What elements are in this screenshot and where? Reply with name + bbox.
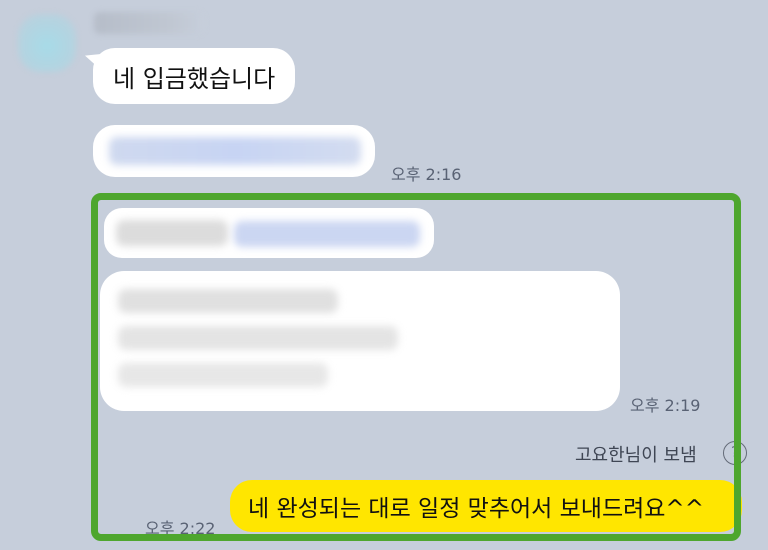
my-message-bubble[interactable]: 네 완성되는 대로 일정 맞추어서 보내드려요^^ — [230, 480, 742, 532]
sent-by-label: 고요한님이 보냄 — [575, 445, 697, 466]
message-timestamp: 오후 2:22 — [145, 519, 216, 538]
message-timestamp: 오후 2:16 — [391, 165, 462, 184]
blurred-text-line — [118, 326, 398, 350]
question-circle-icon[interactable]: ? — [723, 441, 747, 465]
blurred-link — [234, 221, 420, 247]
blurred-link — [109, 137, 361, 165]
received-message-text: 네 입금했습니다 — [113, 64, 276, 93]
blurred-text — [116, 220, 228, 246]
blurred-long-message-bubble[interactable] — [100, 271, 620, 411]
sender-name-blurred — [94, 12, 204, 34]
link-preview-bubble[interactable] — [93, 125, 375, 177]
message-timestamp: 오후 2:19 — [630, 396, 701, 415]
received-message-bubble[interactable]: 네 입금했습니다 — [93, 48, 296, 104]
blurred-text-line — [118, 363, 328, 387]
blurred-message-bubble[interactable] — [104, 208, 434, 258]
blurred-text-line — [118, 289, 338, 313]
my-message-text: 네 완성되는 대로 일정 맞추어서 보내드려요^^ — [248, 496, 704, 522]
sender-avatar[interactable] — [18, 14, 76, 72]
